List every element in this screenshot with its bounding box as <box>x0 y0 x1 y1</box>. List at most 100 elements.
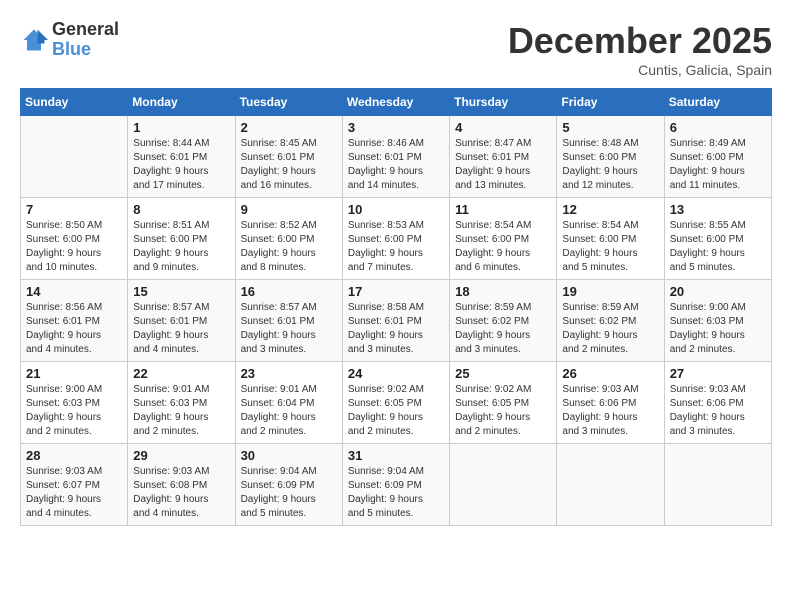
calendar-cell: 17 Sunrise: 8:58 AM Sunset: 6:01 PM Dayli… <box>342 280 449 362</box>
calendar-cell <box>21 116 128 198</box>
calendar-cell: 7Sunrise: 8:50 AM Sunset: 6:00 PM Daylig… <box>21 198 128 280</box>
day-number: 4 <box>455 120 551 135</box>
weekday-header: Thursday <box>450 89 557 116</box>
day-info: Sunrise: 8:53 AM Sunset: 6:00 PM Dayligh… <box>348 219 444 275</box>
calendar-cell: 11Sunrise: 8:54 AM Sunset: 6:00 PM Dayli… <box>450 198 557 280</box>
day-number: 2 <box>241 120 337 135</box>
calendar-week-row: 14 Sunrise: 8:56 AM Sunset: 6:01 PM Dayli… <box>21 280 772 362</box>
calendar-cell: 6Sunrise: 8:49 AM Sunset: 6:00 PM Daylig… <box>664 116 771 198</box>
weekday-header: Wednesday <box>342 89 449 116</box>
calendar-body: 1 Sunrise: 8:44 AM Sunset: 6:01 PM Daylig… <box>21 116 772 526</box>
calendar-cell: 16 Sunrise: 8:57 AM Sunset: 6:01 PM Dayli… <box>235 280 342 362</box>
day-number: 21 <box>26 366 122 381</box>
day-number: 3 <box>348 120 444 135</box>
day-info: Sunrise: 8:59 AM Sunset: 6:02 PM Dayligh… <box>455 301 551 357</box>
weekday-header: Monday <box>128 89 235 116</box>
calendar-cell: 3 Sunrise: 8:46 AM Sunset: 6:01 PM Daylig… <box>342 116 449 198</box>
day-info: Sunrise: 8:54 AM Sunset: 6:00 PM Dayligh… <box>562 219 658 275</box>
weekday-header: Saturday <box>664 89 771 116</box>
calendar-week-row: 1 Sunrise: 8:44 AM Sunset: 6:01 PM Daylig… <box>21 116 772 198</box>
title-area: December 2025 Cuntis, Galicia, Spain <box>508 20 772 78</box>
weekday-header: Friday <box>557 89 664 116</box>
calendar-week-row: 28Sunrise: 9:03 AM Sunset: 6:07 PM Dayli… <box>21 444 772 526</box>
day-info: Sunrise: 8:44 AM Sunset: 6:01 PM Dayligh… <box>133 137 229 193</box>
day-number: 16 <box>241 284 337 299</box>
day-number: 15 <box>133 284 229 299</box>
logo-icon <box>20 26 48 54</box>
day-info: Sunrise: 8:47 AM Sunset: 6:01 PM Dayligh… <box>455 137 551 193</box>
calendar-cell: 21 Sunrise: 9:00 AM Sunset: 6:03 PM Dayli… <box>21 362 128 444</box>
calendar-header: SundayMondayTuesdayWednesdayThursdayFrid… <box>21 89 772 116</box>
day-number: 14 <box>26 284 122 299</box>
header: General Blue December 2025 Cuntis, Galic… <box>20 20 772 78</box>
day-number: 6 <box>670 120 766 135</box>
calendar-cell: 12Sunrise: 8:54 AM Sunset: 6:00 PM Dayli… <box>557 198 664 280</box>
day-number: 18 <box>455 284 551 299</box>
calendar-week-row: 21 Sunrise: 9:00 AM Sunset: 6:03 PM Dayli… <box>21 362 772 444</box>
calendar-week-row: 7Sunrise: 8:50 AM Sunset: 6:00 PM Daylig… <box>21 198 772 280</box>
month-title: December 2025 <box>508 20 772 62</box>
day-info: Sunrise: 9:01 AM Sunset: 6:04 PM Dayligh… <box>241 383 337 439</box>
day-info: Sunrise: 8:51 AM Sunset: 6:00 PM Dayligh… <box>133 219 229 275</box>
day-info: Sunrise: 8:45 AM Sunset: 6:01 PM Dayligh… <box>241 137 337 193</box>
day-number: 30 <box>241 448 337 463</box>
calendar-cell <box>664 444 771 526</box>
day-info: Sunrise: 9:04 AM Sunset: 6:09 PM Dayligh… <box>241 465 337 521</box>
calendar-cell: 28Sunrise: 9:03 AM Sunset: 6:07 PM Dayli… <box>21 444 128 526</box>
calendar-cell: 8 Sunrise: 8:51 AM Sunset: 6:00 PM Daylig… <box>128 198 235 280</box>
calendar-cell: 31Sunrise: 9:04 AM Sunset: 6:09 PM Dayli… <box>342 444 449 526</box>
calendar-cell: 10 Sunrise: 8:53 AM Sunset: 6:00 PM Dayli… <box>342 198 449 280</box>
day-number: 28 <box>26 448 122 463</box>
day-info: Sunrise: 8:50 AM Sunset: 6:00 PM Dayligh… <box>26 219 122 275</box>
day-info: Sunrise: 8:59 AM Sunset: 6:02 PM Dayligh… <box>562 301 658 357</box>
calendar-cell: 24 Sunrise: 9:02 AM Sunset: 6:05 PM Dayli… <box>342 362 449 444</box>
day-number: 22 <box>133 366 229 381</box>
day-number: 10 <box>348 202 444 217</box>
day-number: 19 <box>562 284 658 299</box>
day-info: Sunrise: 9:03 AM Sunset: 6:08 PM Dayligh… <box>133 465 229 521</box>
weekday-header: Tuesday <box>235 89 342 116</box>
calendar-cell <box>450 444 557 526</box>
day-info: Sunrise: 8:48 AM Sunset: 6:00 PM Dayligh… <box>562 137 658 193</box>
day-info: Sunrise: 8:52 AM Sunset: 6:00 PM Dayligh… <box>241 219 337 275</box>
day-number: 8 <box>133 202 229 217</box>
calendar-cell: 19 Sunrise: 8:59 AM Sunset: 6:02 PM Dayli… <box>557 280 664 362</box>
logo-line1: General <box>52 20 119 40</box>
weekday-row: SundayMondayTuesdayWednesdayThursdayFrid… <box>21 89 772 116</box>
calendar-cell: 9Sunrise: 8:52 AM Sunset: 6:00 PM Daylig… <box>235 198 342 280</box>
weekday-header: Sunday <box>21 89 128 116</box>
day-number: 24 <box>348 366 444 381</box>
location: Cuntis, Galicia, Spain <box>508 62 772 78</box>
calendar-cell: 22Sunrise: 9:01 AM Sunset: 6:03 PM Dayli… <box>128 362 235 444</box>
calendar-cell <box>557 444 664 526</box>
calendar-cell: 1 Sunrise: 8:44 AM Sunset: 6:01 PM Daylig… <box>128 116 235 198</box>
calendar-cell: 23Sunrise: 9:01 AM Sunset: 6:04 PM Dayli… <box>235 362 342 444</box>
day-info: Sunrise: 8:58 AM Sunset: 6:01 PM Dayligh… <box>348 301 444 357</box>
calendar-cell: 2 Sunrise: 8:45 AM Sunset: 6:01 PM Daylig… <box>235 116 342 198</box>
day-number: 20 <box>670 284 766 299</box>
day-info: Sunrise: 8:56 AM Sunset: 6:01 PM Dayligh… <box>26 301 122 357</box>
day-info: Sunrise: 8:54 AM Sunset: 6:00 PM Dayligh… <box>455 219 551 275</box>
day-number: 5 <box>562 120 658 135</box>
calendar-cell: 5 Sunrise: 8:48 AM Sunset: 6:00 PM Daylig… <box>557 116 664 198</box>
calendar-table: SundayMondayTuesdayWednesdayThursdayFrid… <box>20 88 772 526</box>
day-number: 29 <box>133 448 229 463</box>
day-info: Sunrise: 9:02 AM Sunset: 6:05 PM Dayligh… <box>348 383 444 439</box>
logo-line2: Blue <box>52 39 91 59</box>
day-info: Sunrise: 9:02 AM Sunset: 6:05 PM Dayligh… <box>455 383 551 439</box>
calendar-cell: 15Sunrise: 8:57 AM Sunset: 6:01 PM Dayli… <box>128 280 235 362</box>
calendar-cell: 27Sunrise: 9:03 AM Sunset: 6:06 PM Dayli… <box>664 362 771 444</box>
day-info: Sunrise: 8:57 AM Sunset: 6:01 PM Dayligh… <box>241 301 337 357</box>
day-number: 1 <box>133 120 229 135</box>
logo-text: General Blue <box>52 20 119 60</box>
logo: General Blue <box>20 20 119 60</box>
day-number: 17 <box>348 284 444 299</box>
day-info: Sunrise: 9:00 AM Sunset: 6:03 PM Dayligh… <box>26 383 122 439</box>
day-number: 31 <box>348 448 444 463</box>
day-number: 26 <box>562 366 658 381</box>
day-info: Sunrise: 9:00 AM Sunset: 6:03 PM Dayligh… <box>670 301 766 357</box>
day-number: 13 <box>670 202 766 217</box>
day-info: Sunrise: 8:46 AM Sunset: 6:01 PM Dayligh… <box>348 137 444 193</box>
calendar-cell: 30 Sunrise: 9:04 AM Sunset: 6:09 PM Dayli… <box>235 444 342 526</box>
calendar-cell: 26Sunrise: 9:03 AM Sunset: 6:06 PM Dayli… <box>557 362 664 444</box>
